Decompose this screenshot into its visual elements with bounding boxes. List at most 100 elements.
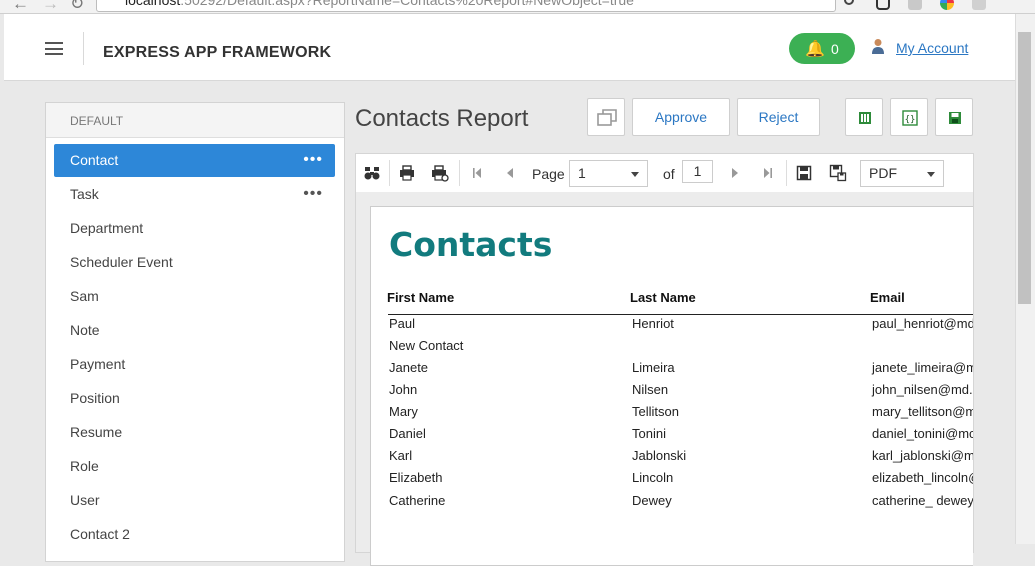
page-select-value: 1 xyxy=(578,165,586,181)
sidebar-item-label: Department xyxy=(70,220,144,236)
report-canvas: Contacts First Name Last Name Email Paul… xyxy=(356,192,973,566)
extension-icon[interactable] xyxy=(876,0,890,10)
browser-toolbar: ← → ↻ localhost:50292/Default.aspx?Repor… xyxy=(0,0,1035,14)
menu-icon[interactable] xyxy=(45,42,63,55)
spreadsheet-icon xyxy=(859,112,871,124)
sidebar-item-sam[interactable]: Sam xyxy=(54,280,335,313)
notification-count: 0 xyxy=(831,41,839,57)
svg-text:{}: {} xyxy=(905,115,916,125)
scrollbar-thumb[interactable] xyxy=(1018,32,1031,304)
sidebar-item-role[interactable]: Role xyxy=(54,450,335,483)
sidebar-item-label: Scheduler Event xyxy=(70,254,173,270)
export-csv-button[interactable] xyxy=(845,98,883,136)
page-count-field: 1 xyxy=(682,160,713,183)
sidebar-item-user[interactable]: User xyxy=(54,484,335,517)
cell-email: paul_henriot@md xyxy=(872,316,973,331)
cell-first-name: Elizabeth xyxy=(389,470,443,485)
page-title: Contacts Report xyxy=(355,105,529,132)
cell-email: catherine_ dewey xyxy=(872,493,973,508)
cell-first-name: John xyxy=(389,382,418,397)
cell-email: janete_limeira@m xyxy=(872,360,973,375)
approve-button[interactable]: Approve xyxy=(632,98,730,136)
navigation-sidebar: DEFAULT Contact ••• Task ••• Department … xyxy=(45,102,345,562)
cell-last-name: Nilsen xyxy=(632,382,669,397)
sidebar-item-contact[interactable]: Contact ••• xyxy=(54,144,335,177)
column-header-email: Email xyxy=(870,290,905,305)
last-page-icon[interactable] xyxy=(759,164,777,182)
sidebar-item-label: Note xyxy=(70,322,100,338)
back-arrow-icon[interactable]: ← xyxy=(12,0,29,13)
export-json-button[interactable]: {} xyxy=(890,98,928,136)
page-select[interactable]: 1 xyxy=(569,160,648,187)
bookmark-star-icon[interactable]: ☆ xyxy=(813,0,828,4)
app-title: EXPRESS APP FRAMEWORK xyxy=(103,44,332,61)
sidebar-item-contact-2[interactable]: Contact 2 xyxy=(54,518,335,551)
chevron-down-icon xyxy=(631,172,639,177)
cell-email: mary_tellitson@m xyxy=(872,404,973,419)
user-icon xyxy=(872,39,884,54)
sidebar-item-resume[interactable]: Resume xyxy=(54,416,335,449)
chevron-down-icon xyxy=(927,172,935,177)
export-format-select[interactable]: PDF xyxy=(860,160,944,187)
sidebar-item-label: User xyxy=(70,492,100,508)
print-icon[interactable] xyxy=(398,164,416,182)
print-page-icon[interactable] xyxy=(431,164,449,182)
save-icon[interactable] xyxy=(795,164,813,182)
sidebar-item-task[interactable]: Task ••• xyxy=(54,178,335,211)
window-export-icon xyxy=(597,109,617,126)
first-page-icon[interactable] xyxy=(468,164,486,182)
binoculars-icon[interactable] xyxy=(363,164,381,182)
sidebar-item-department[interactable]: Department xyxy=(54,212,335,245)
cell-last-name: Henriot xyxy=(632,316,674,331)
address-bar[interactable]: localhost:50292/Default.aspx?ReportName=… xyxy=(96,0,836,12)
next-page-icon[interactable] xyxy=(726,164,744,182)
toolbar-separator xyxy=(786,160,787,186)
cell-email: daniel_tonini@mc xyxy=(872,426,973,441)
toolbar-separator xyxy=(459,160,460,186)
cell-email: elizabeth_lincoln@ xyxy=(872,470,973,485)
extension-icon[interactable] xyxy=(908,0,922,10)
sidebar-item-label: Sam xyxy=(70,288,99,304)
sidebar-item-label: Contact 2 xyxy=(70,526,130,542)
export-window-button[interactable] xyxy=(587,98,625,136)
sidebar-item-label: Task xyxy=(70,186,99,202)
sidebar-item-payment[interactable]: Payment xyxy=(54,348,335,381)
save-button[interactable] xyxy=(935,98,973,136)
sidebar-item-note[interactable]: Note xyxy=(54,314,335,347)
previous-page-icon[interactable] xyxy=(501,164,519,182)
bell-icon: 🔔 xyxy=(805,41,825,58)
extension-icon[interactable] xyxy=(972,0,986,10)
notifications-button[interactable]: 🔔 0 xyxy=(789,33,855,64)
forward-arrow-icon[interactable]: → xyxy=(42,0,59,13)
sidebar-item-scheduler-event[interactable]: Scheduler Event xyxy=(54,246,335,279)
cell-first-name: New Contact xyxy=(389,338,464,353)
cell-first-name: Catherine xyxy=(389,493,446,508)
cell-first-name: Paul xyxy=(389,316,416,331)
save-all-icon[interactable] xyxy=(829,164,847,182)
extension-icon[interactable] xyxy=(940,0,954,10)
reload-icon[interactable]: ↻ xyxy=(70,0,84,13)
page-label: Page xyxy=(532,166,565,182)
cell-last-name: Jablonski xyxy=(632,448,687,463)
column-header-last-name: Last Name xyxy=(630,290,696,305)
sidebar-item-label: Payment xyxy=(70,356,126,372)
cell-last-name: Dewey xyxy=(632,493,672,508)
cell-last-name: Limeira xyxy=(632,360,675,375)
sidebar-item-position[interactable]: Position xyxy=(54,382,335,415)
cell-last-name: Lincoln xyxy=(632,470,674,485)
my-account-link[interactable]: My Account xyxy=(896,40,968,56)
header-divider xyxy=(83,32,84,65)
sidebar-item-label: Contact xyxy=(70,152,119,168)
header-rule xyxy=(388,314,973,315)
sidebar-item-label: Position xyxy=(70,390,120,406)
viewer-toolbar: Page 1 of 1 PDF xyxy=(356,154,973,192)
column-header-first-name: First Name xyxy=(387,290,455,305)
more-options-icon[interactable]: ••• xyxy=(303,151,323,169)
sidebar-item-label: Role xyxy=(70,458,99,474)
of-label: of xyxy=(663,166,675,182)
cell-first-name: Mary xyxy=(389,404,418,419)
reject-button[interactable]: Reject xyxy=(737,98,820,136)
report-viewer: Page 1 of 1 PDF Contacts First Name Last… xyxy=(355,153,974,566)
search-icon[interactable] xyxy=(844,0,854,5)
more-options-icon[interactable]: ••• xyxy=(303,185,323,203)
